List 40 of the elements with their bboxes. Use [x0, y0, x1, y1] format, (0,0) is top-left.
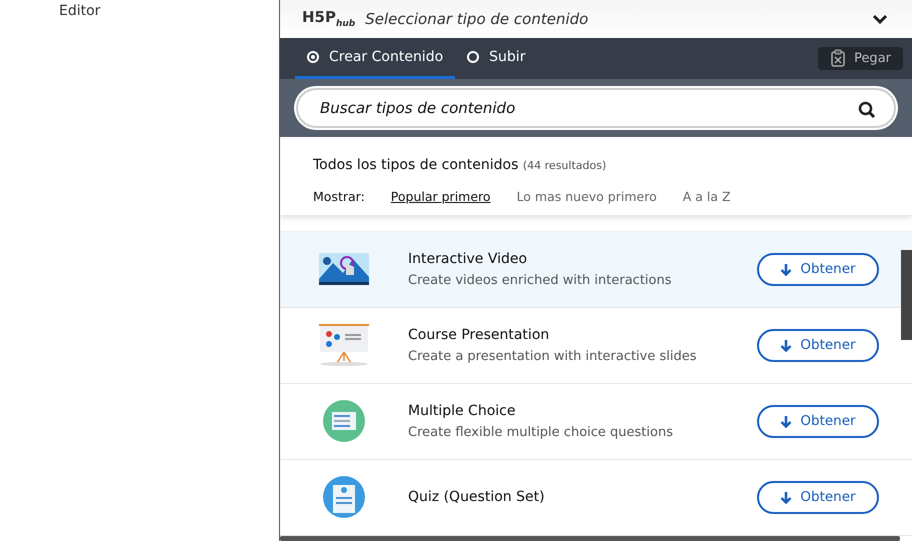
editor-label: Editor	[59, 3, 100, 19]
sort-option[interactable]: Popular primero	[390, 188, 491, 204]
search-field[interactable]: Buscar tipos de contenido	[296, 88, 896, 128]
get-button[interactable]: Obtener	[757, 328, 879, 362]
presentation-board-icon	[317, 323, 371, 368]
download-arrow-icon	[780, 338, 792, 352]
content-type-description: Create a presentation with interactive slides	[408, 348, 698, 364]
scrollbar-thumb[interactable]	[901, 250, 912, 340]
horizontal-scrollbar[interactable]	[280, 536, 900, 541]
content-type-title: Multiple Choice	[408, 402, 516, 419]
content-type-title: Course Presentation	[408, 326, 550, 343]
video-mountain-icon	[319, 253, 369, 286]
content-type-title: Interactive Video	[408, 250, 528, 267]
hub-logo: H5P$_{hub}$	[302, 8, 356, 30]
content-type-description: Create flexible multiple choice questions	[408, 424, 674, 440]
quiz-circle-icon	[323, 476, 365, 518]
content-type-row[interactable]: Course Presentation Create a presentation with interactive slides Obtener	[280, 308, 912, 384]
paste-button[interactable]: Pegar	[818, 46, 903, 70]
content-type-row[interactable]: Quiz (Question Set) Obtener	[280, 460, 912, 536]
get-button[interactable]: Obtener	[757, 480, 879, 514]
get-button[interactable]: Obtener	[757, 404, 879, 438]
clipboard-icon	[830, 49, 846, 68]
sort-label: Mostrar:	[313, 188, 365, 204]
get-button[interactable]: Obtener	[757, 252, 879, 286]
content-type-title: Quiz (Question Set)	[408, 489, 546, 506]
checklist-circle-icon	[323, 400, 365, 442]
content-type-description: Create videos enriched with interactions	[408, 272, 672, 288]
content-type-row[interactable]: Interactive Video Create videos enriched with interactions Obtener	[280, 232, 912, 308]
sort-option[interactable]: Lo mas nuevo primero	[516, 188, 657, 204]
results-count: (44 resultados)	[522, 158, 606, 172]
content-type-row[interactable]: Multiple Choice Create flexible multiple choice questions Obtener	[280, 384, 912, 460]
download-arrow-icon	[780, 490, 792, 504]
hub-title: Seleccionar tipo de contenido	[365, 10, 590, 28]
chevron-icon[interactable]	[872, 12, 888, 25]
download-arrow-icon	[780, 414, 792, 428]
sort-option[interactable]: A a la Z	[682, 188, 731, 204]
results-heading: Todos los tipos de contenidos	[313, 156, 518, 173]
search-icon[interactable]	[858, 100, 876, 119]
tab[interactable]: Subir	[455, 38, 538, 79]
download-arrow-icon	[780, 262, 792, 276]
